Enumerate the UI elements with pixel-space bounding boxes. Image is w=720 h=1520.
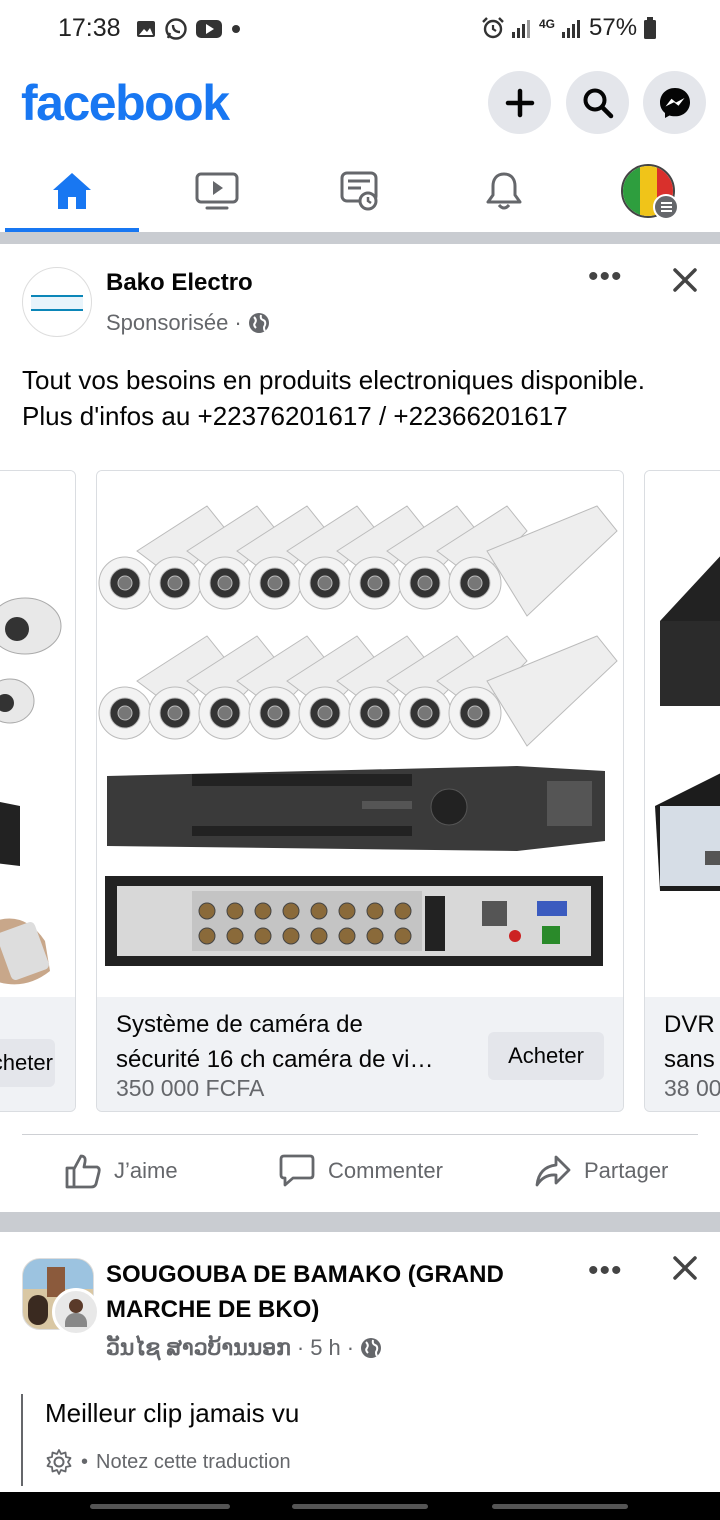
notification-icons	[136, 17, 242, 41]
post-separator	[0, 1212, 720, 1232]
dvr-front	[107, 766, 605, 851]
buy-button-prev[interactable]: Acheter	[0, 1039, 55, 1087]
translation-row[interactable]: • Notez cette traduction	[45, 1448, 291, 1476]
sponsored-label: Sponsorisée	[106, 310, 229, 335]
share-icon	[535, 1155, 571, 1187]
comment-icon	[279, 1154, 315, 1187]
product-image	[97, 471, 623, 996]
create-button[interactable]	[488, 71, 551, 134]
product-image-prev	[0, 471, 75, 996]
post-meta: Sponsorisée ·	[106, 310, 270, 336]
battery-icon	[644, 17, 657, 39]
nav-back-indicator[interactable]	[492, 1504, 628, 1509]
tab-bar	[0, 150, 720, 232]
product-price-next: 38 00	[664, 1075, 720, 1101]
product-card-prev[interactable]: Acheter	[0, 470, 76, 1112]
post2-author[interactable]: ວັນໄຊ ສາວບ້ານນອກ	[106, 1335, 291, 1361]
tab-menu[interactable]	[581, 150, 715, 232]
group-post-meta: ວັນໄຊ ສາວບ້ານນອກ · 5 h ·	[106, 1335, 382, 1361]
post-text: Tout vos besoins en produits electroniqu…	[22, 365, 645, 431]
watch-icon	[195, 172, 239, 210]
status-time: 17:38	[58, 14, 121, 42]
dot-icon	[232, 25, 240, 33]
product-card-next[interactable]: DVR sans 38 00	[644, 470, 720, 1112]
more-options-button-2[interactable]: •••	[588, 1254, 623, 1288]
nav-recents-indicator[interactable]	[90, 1504, 230, 1509]
home-icon	[53, 173, 91, 209]
product-title-next: DVR sans	[664, 1011, 715, 1073]
youtube-icon	[196, 20, 222, 38]
bell-icon	[486, 172, 522, 210]
battery-level: 57%	[589, 14, 638, 41]
close-icon-2[interactable]	[672, 1255, 698, 1281]
product-card[interactable]: Système de caméra de sécurité 16 ch camé…	[96, 470, 624, 1112]
status-bar: 17:38 4G 57%	[0, 0, 720, 60]
camera-row-2	[98, 635, 618, 747]
signal-icon	[512, 20, 530, 38]
whatsapp-icon	[165, 18, 187, 40]
close-icon[interactable]	[672, 267, 698, 293]
system-nav-bar	[0, 1492, 720, 1520]
rate-translation[interactable]: Notez cette traduction	[96, 1451, 291, 1474]
search-button[interactable]	[566, 71, 629, 134]
alarm-icon	[482, 17, 504, 39]
gear-icon	[46, 1449, 72, 1475]
post-actions: J’aime Commenter Partager	[22, 1134, 698, 1213]
group-name[interactable]: SOUGOUBA DE BAMAKO (GRAND MARCHE DE BKO)	[106, 1257, 504, 1327]
globe-icon	[248, 313, 269, 333]
memories-icon	[340, 171, 378, 211]
camera-row-1	[98, 505, 618, 617]
comment-button[interactable]: Commenter	[278, 1153, 443, 1189]
dvr-back	[105, 876, 603, 966]
product-image-next	[645, 471, 720, 996]
more-options-button[interactable]: •••	[588, 260, 623, 294]
tab-home[interactable]	[5, 150, 139, 232]
system-icons: 4G 57%	[481, 14, 657, 42]
like-button[interactable]: J’aime	[64, 1153, 178, 1189]
product-price: 350 000 FCFA	[116, 1075, 265, 1101]
group-post: SOUGOUBA DE BAMAKO (GRAND MARCHE DE BKO)…	[0, 1232, 720, 1492]
post2-time[interactable]: 5 h	[310, 1335, 341, 1361]
page-avatar[interactable]	[22, 267, 92, 337]
gallery-icon	[137, 21, 155, 37]
facebook-logo[interactable]: facebook	[21, 74, 230, 132]
nav-home-indicator[interactable]	[292, 1504, 428, 1509]
feed-separator	[0, 232, 720, 244]
product-title: Système de caméra de sécurité 16 ch camé…	[116, 1011, 434, 1073]
product-card-footer: Système de caméra de sécurité 16 ch camé…	[97, 997, 623, 1111]
plus-icon	[505, 88, 534, 117]
tab-watch[interactable]	[150, 150, 284, 232]
app-bar: facebook	[0, 62, 720, 146]
tab-memories[interactable]	[293, 150, 427, 232]
messenger-icon	[659, 87, 690, 118]
like-icon	[65, 1154, 101, 1189]
tab-notifications[interactable]	[437, 150, 571, 232]
member-avatar[interactable]	[52, 1288, 100, 1336]
quote-bar	[21, 1394, 23, 1486]
post2-text: Meilleur clip jamais vu	[45, 1398, 300, 1428]
signal-icon-2	[562, 20, 581, 38]
network-type: 4G	[539, 17, 556, 31]
buy-button[interactable]: Acheter	[488, 1032, 604, 1080]
share-button[interactable]: Partager	[534, 1153, 668, 1189]
messenger-button[interactable]	[643, 71, 706, 134]
post-author[interactable]: Bako Electro	[106, 269, 253, 297]
search-icon	[583, 88, 613, 118]
globe-icon-2	[361, 1338, 382, 1358]
menu-badge-icon	[653, 194, 679, 220]
